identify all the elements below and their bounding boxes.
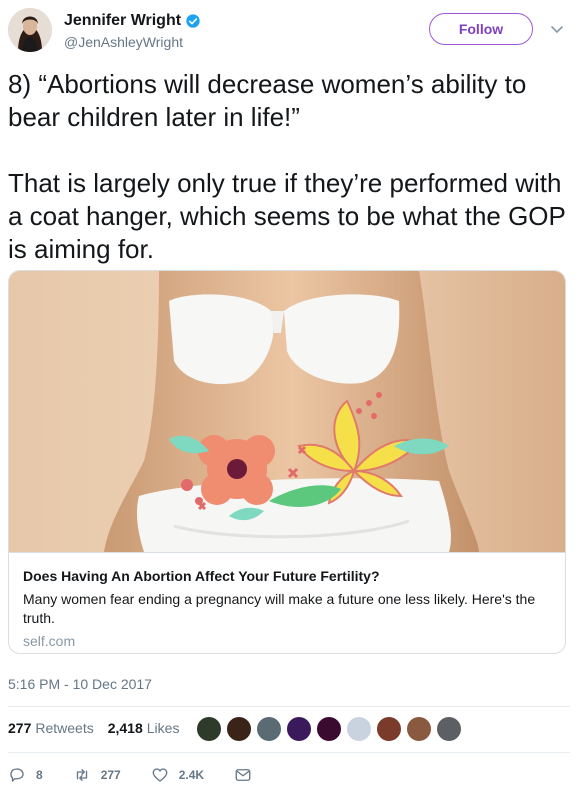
tweet-header: Jennifer Wright @JenAshleyWright Follow xyxy=(0,0,579,60)
liker-avatar[interactable] xyxy=(196,716,222,742)
avatar[interactable] xyxy=(8,8,52,52)
like-count: 2.4K xyxy=(178,768,205,782)
author-name-row: Jennifer Wright xyxy=(64,12,201,30)
like-action[interactable]: 2.4K xyxy=(151,766,204,784)
follow-button[interactable]: Follow xyxy=(429,13,533,45)
card-body[interactable]: Does Having An Abortion Affect Your Futu… xyxy=(9,552,565,653)
avatar-image xyxy=(8,8,52,52)
liker-avatar[interactable] xyxy=(346,716,372,742)
author-handle[interactable]: @JenAshleyWright xyxy=(64,34,183,50)
card-domain: self.com xyxy=(23,633,76,649)
liker-avatar[interactable] xyxy=(256,716,282,742)
likes-label[interactable]: Likes xyxy=(147,720,180,736)
retweets-label[interactable]: Retweets xyxy=(35,720,93,736)
message-action[interactable] xyxy=(234,766,252,784)
reply-count: 8 xyxy=(36,768,43,782)
retweet-count: 277 xyxy=(100,768,121,782)
liker-avatar[interactable] xyxy=(286,716,312,742)
card-description: Many women fear ending a pregnancy will … xyxy=(23,591,536,626)
chevron-down-icon[interactable] xyxy=(550,22,564,36)
card-image xyxy=(9,271,565,552)
retweets-count[interactable]: 277 xyxy=(8,720,31,736)
liker-avatar[interactable] xyxy=(436,716,462,742)
flower-orange xyxy=(198,435,275,505)
tweet-timestamp[interactable]: 5:16 PM - 10 Dec 2017 xyxy=(8,676,152,692)
reply-action[interactable]: 8 xyxy=(8,766,43,784)
verified-badge-icon xyxy=(186,14,200,28)
divider xyxy=(8,752,570,753)
reply-icon xyxy=(10,768,24,782)
liker-avatar[interactable] xyxy=(226,716,252,742)
tweet-actions: 8 277 2.4K xyxy=(8,763,282,787)
retweet-action[interactable]: 277 xyxy=(73,766,121,784)
tweet-text: 8) “Abortions will decrease women’s abil… xyxy=(8,69,566,264)
retweet-icon xyxy=(76,769,87,781)
liker-avatars xyxy=(196,716,466,742)
likes-count[interactable]: 2,418 xyxy=(108,720,143,736)
card-title[interactable]: Does Having An Abortion Affect Your Futu… xyxy=(23,567,553,585)
author-name[interactable]: Jennifer Wright xyxy=(64,12,181,30)
divider xyxy=(8,706,570,707)
liker-avatar[interactable] xyxy=(316,716,342,742)
tweet-stats: 277 Retweets 2,418 Likes xyxy=(8,720,179,736)
link-card[interactable]: Does Having An Abortion Affect Your Futu… xyxy=(8,270,566,654)
heart-icon xyxy=(152,768,168,782)
envelope-icon xyxy=(235,769,251,781)
liker-avatar[interactable] xyxy=(376,716,402,742)
liker-avatar[interactable] xyxy=(406,716,432,742)
